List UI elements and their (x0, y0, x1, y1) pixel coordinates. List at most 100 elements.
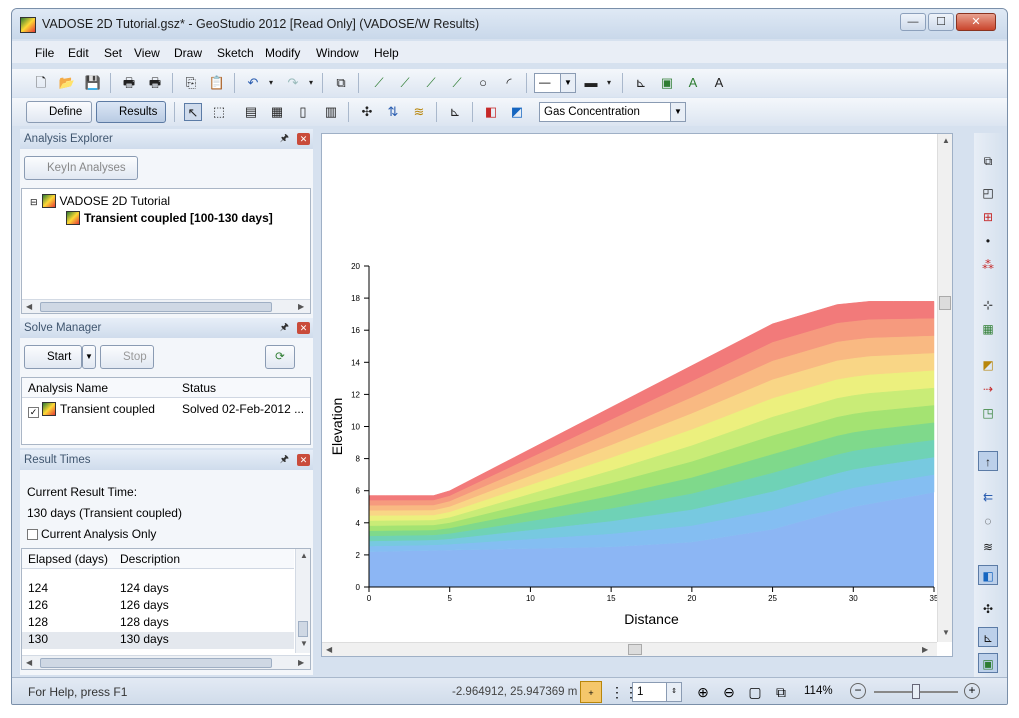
pin-icon[interactable]: 🖈 (280, 129, 289, 149)
sketch-arc-icon[interactable]: ◜ (500, 74, 518, 92)
sketch-spline-icon[interactable]: ⟋ (422, 74, 440, 92)
results-button[interactable]: Results (96, 101, 166, 123)
tree-child-analysis[interactable]: Transient coupled [100-130 days] (66, 211, 273, 225)
save-icon[interactable]: 💾 (84, 74, 102, 92)
draw-flux-section-icon[interactable]: ◳ (978, 403, 998, 423)
table-row-selected[interactable]: 130 130 days (22, 632, 294, 649)
menu-sketch[interactable]: Sketch (217, 46, 254, 60)
view-report-icon[interactable]: ▤ (242, 103, 260, 121)
zoom-in-icon[interactable]: ⊕ (692, 681, 714, 703)
zoom-page-icon[interactable]: ▢ (744, 681, 766, 703)
menu-set[interactable]: Set (104, 46, 122, 60)
contour-icon[interactable]: ◧ (482, 103, 500, 121)
zoom-objects-icon[interactable]: ⧉ (332, 74, 350, 92)
define-button[interactable]: Define (26, 101, 92, 123)
draw-table-icon[interactable]: ▦ (978, 319, 998, 339)
result-type-select[interactable]: Gas Concentration ▼ (539, 102, 686, 122)
grid-icon[interactable]: ⋮⋮ (610, 681, 638, 703)
table-row[interactable]: ✓ Transient coupled (28, 402, 155, 418)
redo-icon[interactable]: ↷ (284, 74, 302, 92)
mesh-icon[interactable]: ▥ (322, 103, 340, 121)
sketch-arrow-icon[interactable]: ⟋ (448, 74, 466, 92)
horizontal-scrollbar[interactable]: ◀ ▶ (22, 299, 310, 313)
refresh-icon[interactable]: ⟳ (265, 345, 295, 369)
graph-icon[interactable]: ⊾ (446, 103, 464, 121)
zoom-minus-button[interactable]: − (850, 683, 866, 699)
label-icon[interactable]: A (710, 74, 728, 92)
horizontal-scrollbar[interactable]: ◀ ▶ (22, 655, 310, 669)
select-pointer-icon[interactable]: ↖ (184, 103, 202, 121)
current-analysis-only-checkbox[interactable]: Current Analysis Only (27, 527, 156, 541)
isoline-icon[interactable]: ≋ (410, 103, 428, 121)
redo-dropdown-icon[interactable]: ▾ (302, 74, 320, 92)
close-button[interactable]: ✕ (956, 13, 996, 31)
table-icon[interactable]: ▦ (268, 103, 286, 121)
picture-icon[interactable]: ▣ (658, 74, 676, 92)
panel-close-icon[interactable]: ✕ (297, 322, 310, 334)
line-style-select[interactable]: — ▼ (534, 73, 576, 93)
menu-modify[interactable]: Modify (265, 46, 300, 60)
draw-points-icon[interactable]: • (978, 231, 998, 251)
table-row[interactable]: 126 126 days (22, 598, 294, 615)
table-row[interactable]: 124 124 days (22, 581, 294, 598)
pin-icon[interactable]: 🖈 (280, 318, 289, 338)
draw-node-numbers-icon[interactable]: ⊞ (978, 207, 998, 227)
draw-axes-icon[interactable]: ⊾ (978, 627, 998, 647)
draw-isolines-icon[interactable]: ≋ (978, 537, 998, 557)
menu-view[interactable]: View (134, 46, 160, 60)
draw-grid-icon[interactable]: ⊹ (978, 295, 998, 315)
menu-file[interactable]: File (35, 46, 54, 60)
vertical-scrollbar[interactable]: ▲ ▼ (295, 549, 310, 653)
document-icon[interactable]: ▯ (294, 103, 312, 121)
draw-element-numbers-icon[interactable]: ⁂ (978, 255, 998, 275)
minimize-button[interactable]: — (900, 13, 926, 31)
panel-close-icon[interactable]: ✕ (297, 133, 310, 145)
stop-button[interactable]: Stop (100, 345, 154, 369)
contour-plot[interactable]: 024681012141618200 5 10 15 20 25 30 35DistanceE… (322, 134, 952, 656)
draw-flow-paths-icon[interactable]: ✣ (978, 599, 998, 619)
draw-materials-icon[interactable]: ◩ (978, 355, 998, 375)
row-checkbox[interactable]: ✓ (28, 407, 39, 418)
results-view[interactable]: 0 2 4 6 8 10 12 14 16 18 20 0 5 10 15 20 25 30 35 Distance E… (321, 133, 953, 657)
draw-boundary-icon[interactable]: ⇢ (978, 379, 998, 399)
start-button[interactable]: Start (24, 345, 82, 369)
panel-close-icon[interactable]: ✕ (297, 454, 310, 466)
vector-icon[interactable]: ⇅ (384, 103, 402, 121)
draw-arrows-icon[interactable]: ⇇ (978, 487, 998, 507)
draw-color-contours-icon[interactable]: ◧ (978, 565, 998, 585)
draw-mesh-icon[interactable]: ◰ (978, 183, 998, 203)
paste-icon[interactable]: 📋 (208, 74, 226, 92)
start-dropdown-icon[interactable]: ▼ (82, 345, 96, 369)
tree-root[interactable]: ⊟ VADOSE 2D Tutorial (30, 194, 170, 208)
view-vertical-scrollbar[interactable]: ▲ ▼ (937, 134, 952, 642)
sketch-circle-icon[interactable]: ○ (474, 74, 492, 92)
draw-contours-icon[interactable]: ⧉ (978, 151, 998, 171)
menu-edit[interactable]: Edit (68, 46, 89, 60)
table-row[interactable]: 128 128 days (22, 615, 294, 632)
collapse-icon[interactable]: ⊟ (30, 197, 38, 207)
zoom-out-icon[interactable]: ⊖ (718, 681, 740, 703)
menu-help[interactable]: Help (374, 46, 399, 60)
line-weight-dropdown-icon[interactable]: ▾ (600, 74, 618, 92)
zoom-objects-icon[interactable]: ⧉ (770, 681, 792, 703)
snap-to-grid-icon[interactable]: + (580, 681, 602, 703)
menu-window[interactable]: Window (316, 46, 359, 60)
sketch-polyline-icon[interactable]: ⟋ (396, 74, 414, 92)
view-picture-icon[interactable]: ▣ (978, 653, 998, 673)
sketch-line-icon[interactable]: ⟋ (370, 74, 388, 92)
grid-spacing-input[interactable]: 1 ⇕ (632, 682, 682, 702)
contour-settings-icon[interactable]: ◩ (508, 103, 526, 121)
select-region-icon[interactable]: ⬚ (210, 103, 228, 121)
open-folder-icon[interactable]: 📂 (58, 74, 76, 92)
new-file-icon[interactable]: 🗋 (32, 74, 50, 92)
draw-vectors-icon[interactable]: ↑ (978, 451, 998, 471)
maximize-button[interactable]: ☐ (928, 13, 954, 31)
draw-history-icon[interactable]: ◌ (978, 511, 998, 531)
menu-draw[interactable]: Draw (174, 46, 202, 60)
undo-dropdown-icon[interactable]: ▾ (262, 74, 280, 92)
flux-icon[interactable]: ✣ (358, 103, 376, 121)
zoom-slider-thumb[interactable] (912, 684, 920, 699)
print-preview-icon[interactable]: 🖶 (146, 74, 164, 92)
text-icon[interactable]: A (684, 74, 702, 92)
undo-icon[interactable]: ↶ (244, 74, 262, 92)
